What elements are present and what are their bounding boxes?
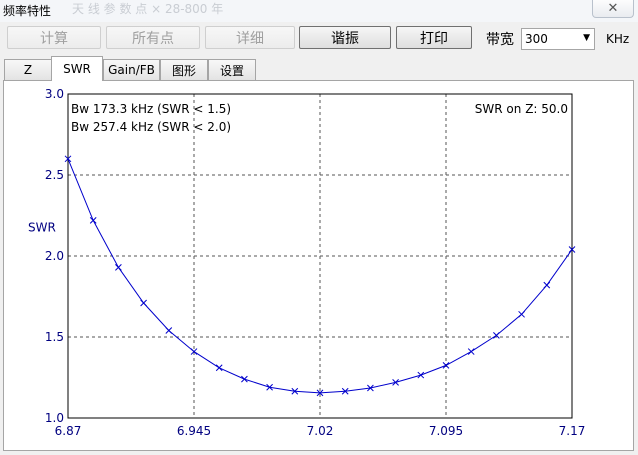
calculate-button[interactable]: 计算	[7, 26, 101, 49]
chart-grid	[68, 94, 572, 418]
x-tick-label: 6.945	[177, 424, 211, 438]
x-tick-label: 6.87	[55, 424, 82, 438]
all-points-button[interactable]: 所有点	[106, 26, 200, 49]
bandwidth-value: 300	[525, 32, 548, 46]
tab-settings[interactable]: 设置	[208, 59, 256, 80]
data-point-marker	[115, 263, 122, 271]
y-tick-label: 2.5	[45, 168, 64, 182]
chevron-down-icon[interactable]: ▼	[583, 33, 590, 43]
axis-ticks: 6.87 6.945 7.02 7.095 7.17 1.0 1.5 2.0 2.5 3.0	[45, 87, 585, 438]
tab-gain-fb[interactable]: Gain/FB	[103, 59, 160, 80]
data-point-marker	[215, 364, 223, 372]
data-point-marker	[467, 348, 475, 355]
tab-swr[interactable]: SWR	[51, 56, 103, 81]
print-button[interactable]: 打印	[396, 26, 472, 49]
tab-z[interactable]: Z	[4, 59, 52, 80]
x-tick-label: 7.17	[559, 424, 586, 438]
data-point-marker	[417, 371, 425, 379]
bandwidth-annotation-1: Bw 173.3 kHz (SWR < 1.5)	[71, 102, 231, 116]
data-point-marker	[518, 310, 525, 318]
details-button[interactable]: 详细	[205, 26, 295, 49]
data-point-marker	[442, 361, 450, 369]
y-tick-label: 1.0	[45, 411, 64, 425]
bandwidth-unit: KHz	[606, 32, 630, 46]
bandwidth-label: 带宽	[486, 32, 514, 48]
bandwidth-annotation-2: Bw 257.4 kHz (SWR < 2.0)	[71, 120, 231, 134]
resonance-button[interactable]: 谐振	[299, 26, 391, 49]
close-button[interactable]: ✕	[592, 0, 634, 18]
title-bar: 天 线 参 数 点 × 28-800 年 频率特性 ✕	[0, 0, 638, 22]
window-title: 频率特性	[3, 4, 52, 18]
data-point-marker	[241, 375, 248, 383]
y-tick-label: 1.5	[45, 330, 64, 344]
y-tick-label: 2.0	[45, 249, 64, 263]
swr-reference-annotation: SWR on Z: 50.0	[475, 102, 568, 116]
close-icon: ✕	[607, 1, 619, 16]
y-tick-label: 3.0	[45, 87, 64, 101]
x-tick-label: 7.095	[429, 424, 463, 438]
background-window-text: 天 线 参 数 点 × 28-800 年	[72, 2, 224, 16]
tab-graph[interactable]: 图形	[160, 59, 208, 80]
bandwidth-select[interactable]: 300 ▼	[521, 28, 595, 50]
x-tick-label: 7.02	[307, 424, 334, 438]
data-point-marker	[165, 327, 173, 334]
data-point-marker	[89, 217, 97, 224]
chart-panel: 6.87 6.945 7.02 7.095 7.17 1.0 1.5 2.0 2.5 3.0 SW…	[3, 80, 634, 451]
swr-chart: 6.87 6.945 7.02 7.095 7.17 1.0 1.5 2.0 2.5 3.0 SW…	[28, 87, 585, 438]
data-point-marker	[140, 299, 147, 307]
data-point-marker	[543, 281, 551, 289]
y-axis-label: SWR	[28, 221, 56, 235]
